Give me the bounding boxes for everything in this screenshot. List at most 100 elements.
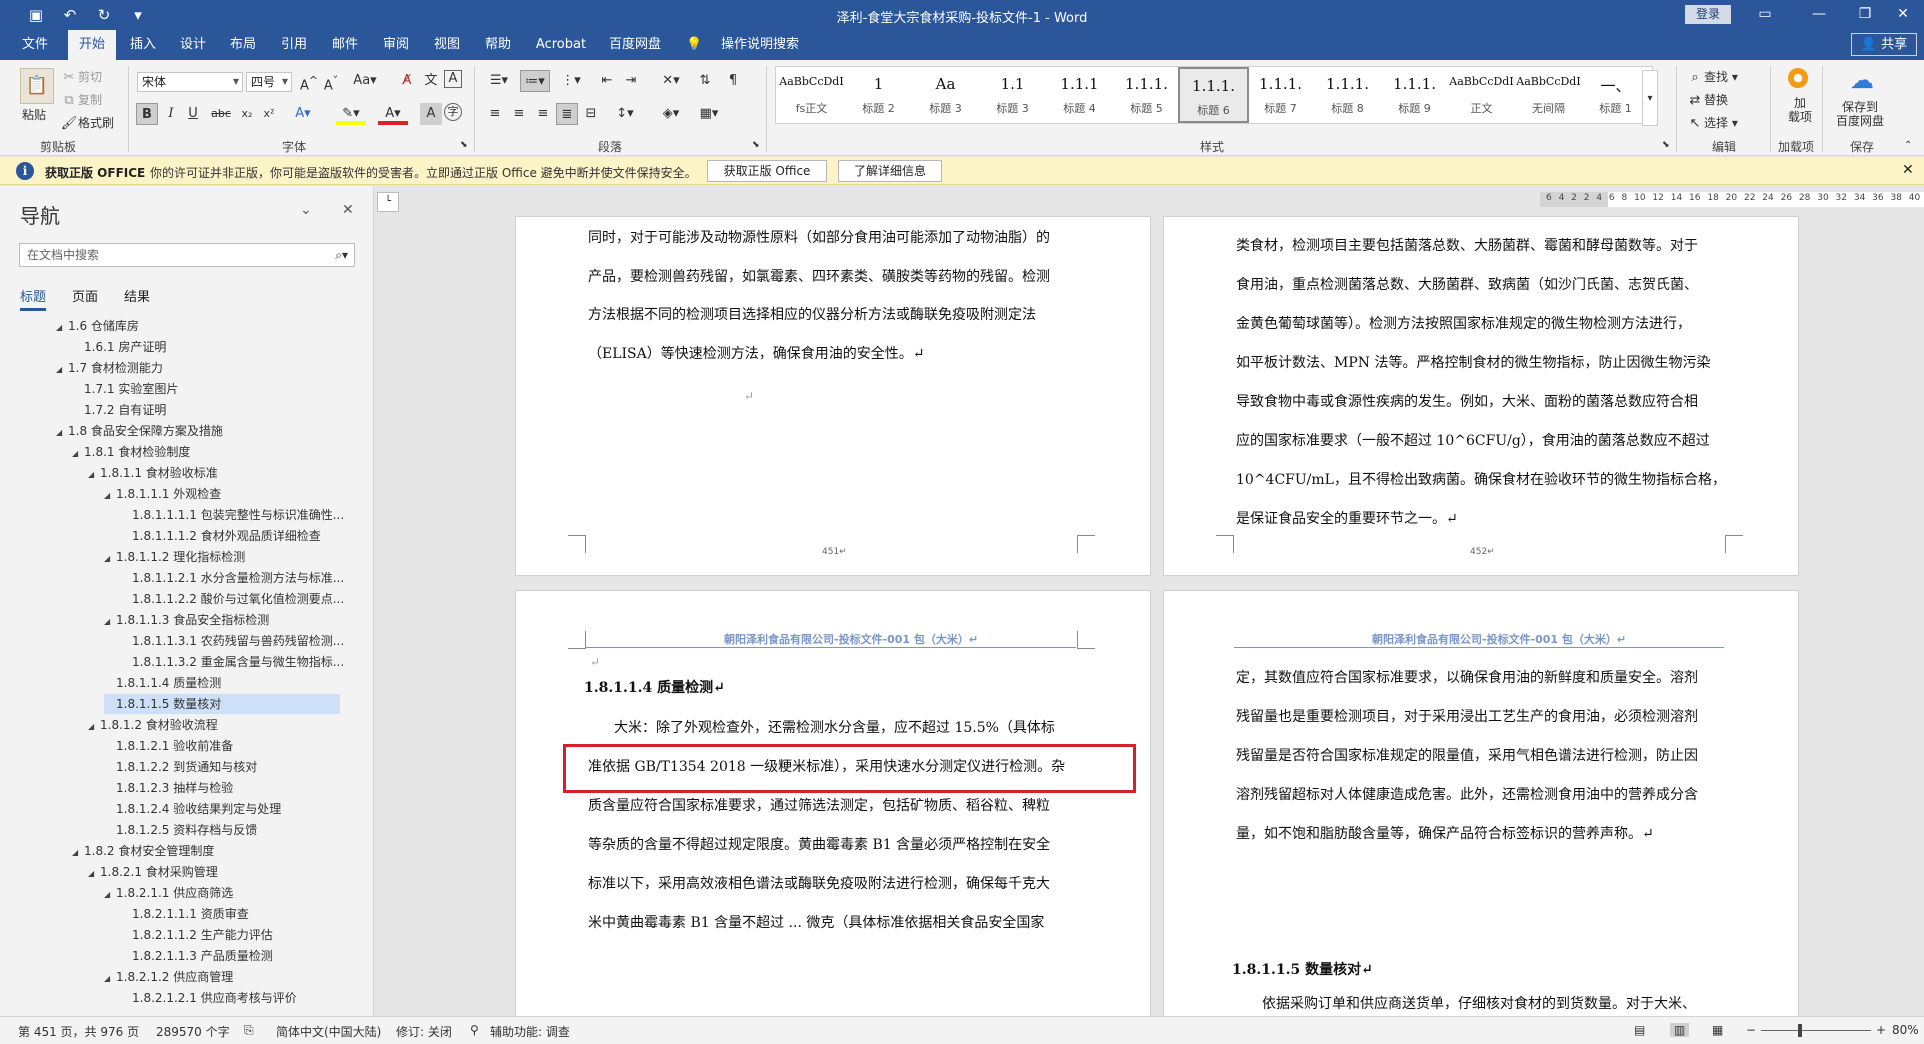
style-item[interactable]: AaBbCcDdI 无间隔: [1513, 67, 1584, 123]
tab-baidu-netdisk[interactable]: 百度网盘: [604, 30, 666, 60]
zoom-level[interactable]: 80%: [1892, 1023, 1919, 1037]
grow-font-icon[interactable]: A^: [298, 70, 320, 93]
replace-button[interactable]: ⇄ 替换: [1686, 91, 1728, 110]
tab-insert[interactable]: 插入: [122, 30, 164, 60]
shrink-font-icon[interactable]: A˅: [320, 70, 342, 93]
cut-button[interactable]: ✂ 剪切: [60, 68, 102, 87]
nav-tree-item[interactable]: ◢ 1.8.2 食材安全管理制度: [72, 841, 214, 861]
nav-tree-item[interactable]: 1.8.2.1.2.1 供应商考核与评价: [120, 988, 297, 1008]
nav-tree-item[interactable]: ◢ 1.8.1.1.1 外观检查: [104, 484, 221, 504]
chinese-layout-icon[interactable]: ✕▾: [656, 70, 686, 92]
style-item[interactable]: AaBbCcDdI 正文: [1446, 67, 1517, 123]
style-item[interactable]: 一、 标题 1: [1580, 67, 1651, 123]
horizontal-ruler[interactable]: 6 4 2 2 4 6 8 10 12 14 16 18 20 22 24 26…: [1540, 192, 1924, 207]
page-453[interactable]: 朝阳泽利食品有限公司-投标文件-001 包（大米）↵ ↵ 1.8.1.1.4 质…: [515, 590, 1151, 1016]
find-button[interactable]: ⌕ 查找 ▾: [1686, 68, 1738, 87]
page-451[interactable]: 同时，对于可能涉及动物源性原料（如部分食用油可能添加了动物油脂）的 产品，要检测兽…: [515, 216, 1151, 576]
tab-help[interactable]: 帮助: [477, 30, 519, 60]
copy-button[interactable]: ⧉ 复制: [60, 91, 102, 110]
addins-icon[interactable]: ●: [1788, 68, 1808, 88]
nav-tree-item[interactable]: ◢ 1.8.1.1 食材验收标准: [88, 463, 218, 483]
nav-tree-item[interactable]: 1.8.1.2.1 验收前准备: [104, 736, 233, 756]
decrease-indent-icon[interactable]: ⇤: [596, 70, 618, 92]
style-item[interactable]: 1.1.1. 标题 7: [1245, 67, 1316, 123]
nav-tree-item[interactable]: ◢ 1.8.2.1.2 供应商管理: [104, 967, 233, 987]
page-452[interactable]: 类食材，检测项目主要包括菌落总数、大肠菌群、霉菌和酵母菌数等。对于 食用油，重点检…: [1163, 216, 1799, 576]
save-icon[interactable]: ▣: [26, 6, 46, 24]
word-count-status[interactable]: 289570 个字: [156, 1023, 230, 1040]
zoom-slider-thumb[interactable]: [1798, 1024, 1802, 1037]
nav-tree-item[interactable]: ◢ 1.8 食品安全保障方案及措施: [56, 421, 223, 441]
paste-button[interactable]: 粘贴: [22, 106, 46, 123]
nav-tree-item[interactable]: ◢ 1.8.1.1.3 食品安全指标检测: [104, 610, 269, 630]
proofing-icon[interactable]: ⎘: [244, 1023, 254, 1038]
expanded-triangle-icon[interactable]: ◢: [72, 444, 84, 464]
nav-tree-item[interactable]: ◢ 1.8.1.1.2 理化指标检测: [104, 547, 245, 567]
tab-acrobat[interactable]: Acrobat: [530, 30, 592, 60]
nav-tree-item[interactable]: ◢ 1.8.2.1.1 供应商筛选: [104, 883, 233, 903]
tab-layout[interactable]: 布局: [222, 30, 264, 60]
nav-tree-item[interactable]: 1.8.1.1.2.1 水分含量检测方法与标准...: [120, 568, 344, 588]
nav-tree-item[interactable]: 1.7.1 实验室图片: [72, 379, 178, 399]
search-icon[interactable]: ⌕▾: [335, 244, 348, 266]
accessibility-status[interactable]: 辅助功能: 调查: [490, 1023, 570, 1040]
char-border-icon[interactable]: A: [444, 70, 462, 88]
cloud-icon[interactable]: ☁: [1850, 66, 1874, 94]
nav-tree-item[interactable]: 1.8.1.1.1.1 包装完整性与标识准确性...: [120, 505, 344, 525]
addins-button[interactable]: 加 载项: [1788, 96, 1812, 124]
expanded-triangle-icon[interactable]: ◢: [104, 549, 116, 569]
bullets-icon[interactable]: ☰▾: [484, 70, 514, 92]
sort-icon[interactable]: ⇅: [694, 70, 716, 92]
expanded-triangle-icon[interactable]: ◢: [104, 969, 116, 989]
style-item[interactable]: 1.1.1. 标题 6: [1178, 67, 1249, 123]
expanded-triangle-icon[interactable]: ◢: [88, 465, 100, 485]
page-count-status[interactable]: 第 451 页，共 976 页: [18, 1023, 139, 1040]
underline-button[interactable]: U: [182, 103, 204, 125]
bold-button[interactable]: B: [136, 103, 158, 125]
nav-tree-item[interactable]: 1.8.2.1.1.3 产品质量检测: [120, 946, 273, 966]
page-454[interactable]: 朝阳泽利食品有限公司-投标文件-001 包（大米）↵ 定，其数值应符合国家标准要…: [1163, 590, 1799, 1016]
zoom-out-icon[interactable]: −: [1746, 1023, 1756, 1037]
style-item[interactable]: 1.1.1 标题 4: [1044, 67, 1115, 123]
nav-tree-item[interactable]: ◢ 1.8.2.1 食材采购管理: [88, 862, 218, 882]
nav-tree-item[interactable]: 1.8.1.2.5 资料存档与反馈: [104, 820, 257, 840]
tab-design[interactable]: 设计: [172, 30, 214, 60]
tab-home[interactable]: 开始: [68, 30, 116, 60]
subscript-button[interactable]: x₂: [236, 103, 258, 125]
expanded-triangle-icon[interactable]: ◢: [56, 318, 68, 338]
nav-tree-item[interactable]: 1.8.1.2.3 抽样与检验: [104, 778, 233, 798]
expanded-triangle-icon[interactable]: ◢: [104, 612, 116, 632]
show-marks-icon[interactable]: ¶: [722, 70, 744, 92]
tab-review[interactable]: 审阅: [375, 30, 417, 60]
select-button[interactable]: ↖ 选择 ▾: [1686, 114, 1738, 133]
close-icon[interactable]: ✕: [342, 202, 354, 218]
zoom-slider[interactable]: [1761, 1030, 1871, 1031]
shading-icon[interactable]: ◈▾: [656, 103, 686, 125]
align-center-icon[interactable]: ≡: [508, 103, 530, 125]
expanded-triangle-icon[interactable]: ◢: [56, 423, 68, 443]
clear-format-icon[interactable]: A̸: [396, 70, 418, 92]
customize-qat-icon[interactable]: ▾: [128, 6, 148, 24]
nav-tree-item[interactable]: ◢ 1.8.1 食材检验制度: [72, 442, 190, 462]
zoom-in-icon[interactable]: +: [1876, 1023, 1886, 1037]
style-item[interactable]: 1.1.1. 标题 9: [1379, 67, 1450, 123]
align-right-icon[interactable]: ≡: [532, 103, 554, 125]
italic-button[interactable]: I: [160, 103, 182, 125]
nav-tree-item[interactable]: 1.8.1.1.3.2 重金属含量与微生物指标...: [120, 652, 344, 672]
style-item[interactable]: 1 标题 2: [843, 67, 914, 123]
style-item[interactable]: 1.1.1. 标题 8: [1312, 67, 1383, 123]
redo-icon[interactable]: ↻: [94, 6, 114, 24]
increase-indent-icon[interactable]: ⇥: [620, 70, 642, 92]
ribbon-display-icon[interactable]: ▭: [1742, 0, 1788, 30]
highlight-icon[interactable]: ✎▾: [336, 103, 366, 125]
tab-view[interactable]: 视图: [426, 30, 468, 60]
expanded-triangle-icon[interactable]: ◢: [72, 843, 84, 863]
tab-file[interactable]: 文件: [14, 30, 56, 60]
char-shading-icon[interactable]: A: [420, 103, 442, 125]
align-left-icon[interactable]: ≡: [484, 103, 506, 125]
expanded-triangle-icon[interactable]: ◢: [104, 885, 116, 905]
multilevel-list-icon[interactable]: ⋮▾: [556, 70, 586, 92]
nav-tree-item[interactable]: 1.8.2.1.1.2 生产能力评估: [120, 925, 273, 945]
collapse-ribbon-icon[interactable]: ⌃: [1904, 140, 1912, 151]
save-to-baidu-button[interactable]: 保存到 百度网盘: [1836, 100, 1884, 128]
